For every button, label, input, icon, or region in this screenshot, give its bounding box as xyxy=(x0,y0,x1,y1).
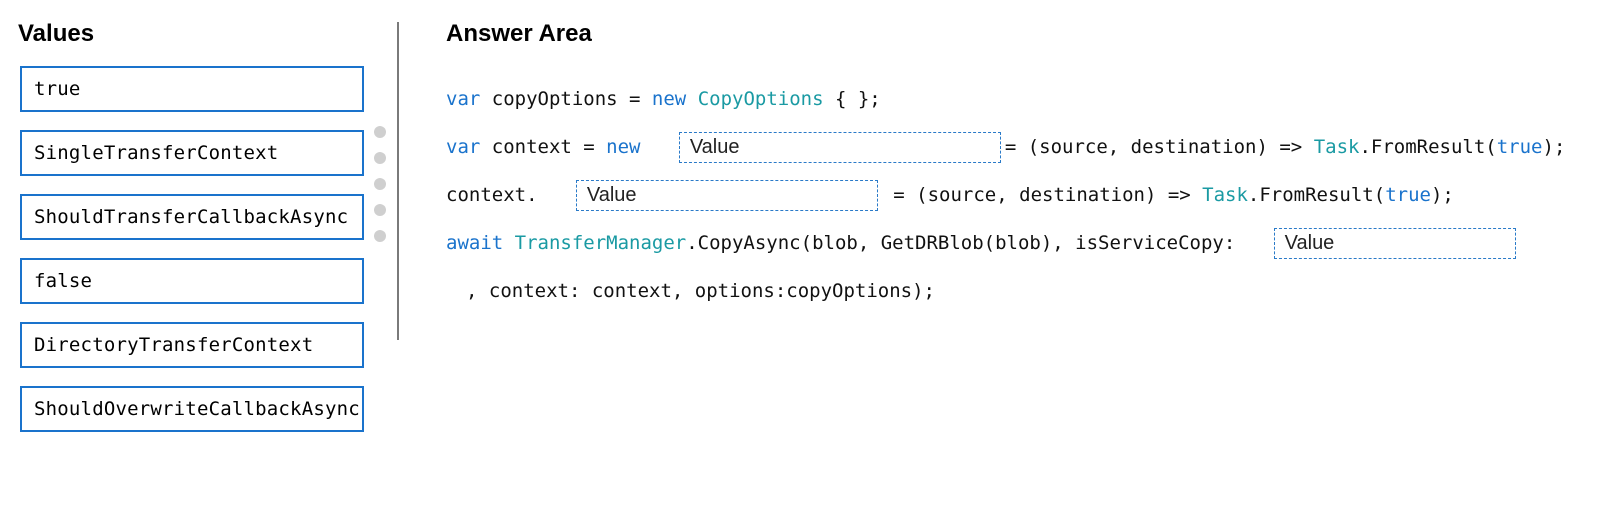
code-text: .FromResult( xyxy=(1359,136,1496,158)
keyword-new: new xyxy=(652,88,698,110)
type-copyoptions: CopyOptions xyxy=(698,88,824,110)
drag-dot-icon xyxy=(374,230,386,242)
code-text: copyOptions = xyxy=(480,88,652,110)
divider xyxy=(397,22,399,340)
drag-dot-icon xyxy=(374,204,386,216)
keyword-true: true xyxy=(1497,136,1543,158)
value-item[interactable]: true xyxy=(20,66,364,112)
drop-target[interactable]: Value xyxy=(679,132,1001,163)
keyword-await: await xyxy=(446,232,515,254)
code-line: await TransferManager .CopyAsync(blob, G… xyxy=(446,226,1587,260)
value-item[interactable]: SingleTransferContext xyxy=(20,130,364,176)
answer-heading: Answer Area xyxy=(446,20,1587,48)
type-transfermanager: TransferManager xyxy=(515,232,687,254)
code-text: = (source, destination) => xyxy=(1005,136,1314,158)
code-line: var context = new Value = (source, desti… xyxy=(446,130,1587,164)
keyword-var: var xyxy=(446,88,480,110)
keyword-var: var xyxy=(446,136,480,158)
code-text: .FromResult( xyxy=(1248,184,1385,206)
code-line: context. Value = (source, destination) =… xyxy=(446,178,1587,212)
code-text: .CopyAsync(blob, GetDRBlob(blob), isServ… xyxy=(686,232,1235,254)
drag-dot-icon xyxy=(374,152,386,164)
answer-panel: Answer Area var copyOptions = new CopyOp… xyxy=(440,20,1587,322)
value-item[interactable]: ShouldOverwriteCallbackAsync xyxy=(20,386,364,432)
code-text: { }; xyxy=(824,88,881,110)
values-panel: Values true SingleTransferContext Should… xyxy=(14,20,364,450)
values-heading: Values xyxy=(18,20,364,48)
value-item[interactable]: false xyxy=(20,258,364,304)
exam-question: { "values_heading": "Values", "values": … xyxy=(0,0,1607,518)
code-line: var copyOptions = new CopyOptions { }; xyxy=(446,82,1587,116)
value-item[interactable]: ShouldTransferCallbackAsync xyxy=(20,194,364,240)
code-text: ); xyxy=(1431,184,1454,206)
value-item[interactable]: DirectoryTransferContext xyxy=(20,322,364,368)
code-text: context. xyxy=(446,184,538,206)
drag-dot-icon xyxy=(374,178,386,190)
type-task: Task xyxy=(1314,136,1360,158)
drop-target[interactable]: Value xyxy=(576,180,878,211)
keyword-new: new xyxy=(606,136,640,158)
code-text: = (source, destination) => xyxy=(893,184,1202,206)
code-text: , context: context, options:copyOptions)… xyxy=(466,280,935,302)
code-text: context = xyxy=(480,136,606,158)
type-task: Task xyxy=(1202,184,1248,206)
code-line: , context: context, options:copyOptions)… xyxy=(446,274,1587,308)
drop-target[interactable]: Value xyxy=(1274,228,1516,259)
drag-dot-icon xyxy=(374,126,386,138)
keyword-true: true xyxy=(1385,184,1431,206)
code-text: ); xyxy=(1543,136,1566,158)
code-block: var copyOptions = new CopyOptions { }; v… xyxy=(440,82,1587,308)
